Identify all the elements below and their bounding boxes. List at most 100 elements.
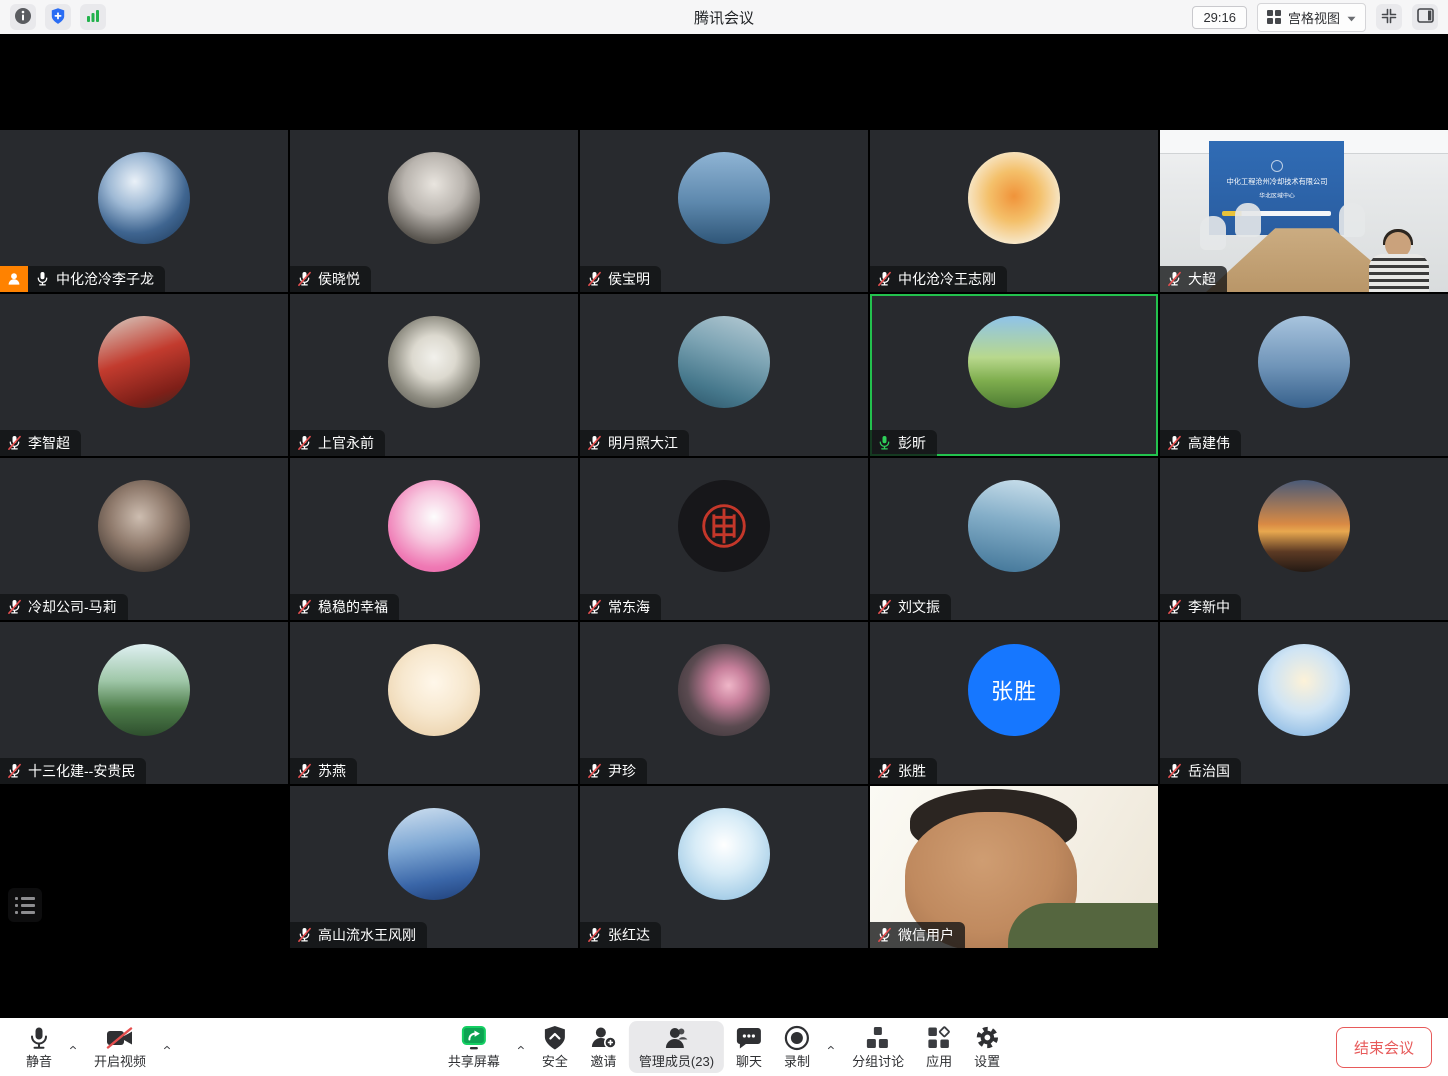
mic-muted-icon bbox=[1167, 763, 1182, 779]
name-tag: 侯晓悦 bbox=[290, 266, 371, 292]
participant-tile[interactable]: 高建伟 bbox=[1160, 294, 1448, 456]
participant-tile[interactable]: 侯晓悦 bbox=[290, 130, 578, 292]
participant-name: 高建伟 bbox=[1188, 433, 1230, 453]
participant-tile[interactable]: 尹珍 bbox=[580, 622, 868, 784]
participant-avatar bbox=[98, 480, 190, 572]
app-title: 腾讯会议 bbox=[694, 7, 754, 28]
participant-name: 彭昕 bbox=[898, 433, 926, 453]
mic-muted-icon bbox=[7, 599, 22, 615]
settings-gear-icon bbox=[975, 1024, 1000, 1051]
participant-tile[interactable]: 岳治国 bbox=[1160, 622, 1448, 784]
start-video-label: 开启视频 bbox=[94, 1051, 146, 1070]
members-icon bbox=[663, 1024, 689, 1051]
mic-muted-icon bbox=[877, 599, 892, 615]
name-tag: 张胜 bbox=[870, 758, 937, 784]
side-panel-button[interactable] bbox=[1412, 4, 1438, 30]
chat-button[interactable]: 聊天 bbox=[726, 1021, 772, 1073]
participant-tile[interactable]: 微信用户 bbox=[870, 786, 1158, 948]
video-options-caret[interactable] bbox=[158, 1026, 176, 1068]
company-logo-icon bbox=[1271, 160, 1283, 172]
name-tag: 中化沧冷李子龙 bbox=[0, 266, 165, 292]
participant-avatar bbox=[968, 316, 1060, 408]
participant-name: 常东海 bbox=[608, 597, 650, 617]
meeting-info-icon bbox=[14, 7, 32, 28]
participant-tile[interactable]: 上官永前 bbox=[290, 294, 578, 456]
participant-tile[interactable]: 张红达 bbox=[580, 786, 868, 948]
name-tag: 大超 bbox=[1160, 266, 1227, 292]
participant-tile[interactable]: 中化沧冷李子龙 bbox=[0, 130, 288, 292]
participant-avatar bbox=[388, 480, 480, 572]
room-wall-sign: 中化工程沧州冷却技术有限公司华北区域中心 bbox=[1209, 141, 1344, 235]
participant-avatar bbox=[968, 480, 1060, 572]
mic-muted-icon bbox=[297, 271, 312, 287]
view-mode-dropdown[interactable]: 宫格视图 bbox=[1257, 3, 1366, 32]
participant-name: 岳治国 bbox=[1188, 761, 1230, 781]
name-tag: 微信用户 bbox=[870, 922, 965, 948]
mute-label: 静音 bbox=[26, 1051, 52, 1070]
record-button[interactable]: 录制 bbox=[774, 1021, 820, 1073]
participant-avatar bbox=[98, 644, 190, 736]
mute-options-caret[interactable] bbox=[64, 1026, 82, 1068]
person-in-room bbox=[1367, 232, 1431, 292]
participant-name: 高山流水王风刚 bbox=[318, 925, 416, 945]
mic-muted-icon bbox=[297, 435, 312, 451]
name-tag: 张红达 bbox=[580, 922, 661, 948]
participant-tile[interactable]: 张胜张胜 bbox=[870, 622, 1158, 784]
chat-icon bbox=[736, 1024, 762, 1051]
participant-name: 刘文振 bbox=[898, 597, 940, 617]
invite-label: 邀请 bbox=[590, 1051, 616, 1070]
participant-tile[interactable]: 中化沧冷王志刚 bbox=[870, 130, 1158, 292]
list-float-button[interactable] bbox=[8, 888, 42, 922]
participant-tile[interactable]: 苏燕 bbox=[290, 622, 578, 784]
participant-tile[interactable]: 彭昕 bbox=[870, 294, 1158, 456]
video-stage: 中化沧冷李子龙 侯晓悦 侯宝明中化沧冷王志刚中化工程沧州冷却技术有限公司华北区域中心… bbox=[0, 34, 1448, 1018]
protection-button[interactable] bbox=[45, 4, 71, 30]
participant-avatar bbox=[1258, 480, 1350, 572]
share-screen-button[interactable]: 共享屏幕 bbox=[438, 1021, 510, 1073]
end-meeting-button[interactable]: 结束会议 bbox=[1336, 1027, 1432, 1068]
participant-tile[interactable]: 稳稳的幸福 bbox=[290, 458, 578, 620]
mic-muted-icon bbox=[587, 599, 602, 615]
mic-muted-icon bbox=[587, 271, 602, 287]
participant-tile[interactable]: 常东海 bbox=[580, 458, 868, 620]
participant-tile[interactable]: 明月照大江 bbox=[580, 294, 868, 456]
participant-name: 李新中 bbox=[1188, 597, 1230, 617]
mic-icon bbox=[28, 1024, 50, 1051]
mic-on-icon bbox=[35, 271, 50, 287]
apps-button[interactable]: 应用 bbox=[916, 1021, 962, 1073]
participant-tile[interactable]: 冷却公司-马莉 bbox=[0, 458, 288, 620]
participant-avatar bbox=[98, 316, 190, 408]
participant-tile[interactable]: 十三化建--安贵民 bbox=[0, 622, 288, 784]
participant-tile[interactable]: 中化工程沧州冷却技术有限公司华北区域中心大超 bbox=[1160, 130, 1448, 292]
mic-muted-icon bbox=[587, 927, 602, 943]
settings-button[interactable]: 设置 bbox=[964, 1021, 1010, 1073]
participant-tile[interactable]: 李智超 bbox=[0, 294, 288, 456]
participant-tile[interactable]: 李新中 bbox=[1160, 458, 1448, 620]
participant-tile[interactable]: 刘文振 bbox=[870, 458, 1158, 620]
breakout-rooms-button[interactable]: 分组讨论 bbox=[842, 1021, 914, 1073]
compress-view-button[interactable] bbox=[1376, 4, 1402, 30]
mute-button[interactable]: 静音 bbox=[16, 1021, 62, 1073]
invite-button[interactable]: 邀请 bbox=[580, 1021, 627, 1073]
mic-muted-icon bbox=[297, 763, 312, 779]
record-options-caret[interactable] bbox=[822, 1026, 840, 1068]
record-label: 录制 bbox=[784, 1051, 810, 1070]
mic-muted-icon bbox=[1167, 271, 1182, 287]
participant-avatar: 张胜 bbox=[968, 644, 1060, 736]
participant-tile[interactable]: 侯宝明 bbox=[580, 130, 868, 292]
settings-label: 设置 bbox=[974, 1051, 1000, 1070]
participant-avatar bbox=[678, 316, 770, 408]
security-button[interactable]: 安全 bbox=[532, 1021, 578, 1073]
mic-muted-icon bbox=[7, 763, 22, 779]
share-screen-icon bbox=[460, 1024, 488, 1051]
manage-members-button[interactable]: 管理成员(23) bbox=[629, 1021, 724, 1073]
participant-name: 稳稳的幸福 bbox=[318, 597, 388, 617]
participant-tile[interactable]: 高山流水王风刚 bbox=[290, 786, 578, 948]
participant-name: 张胜 bbox=[898, 761, 926, 781]
share-options-caret[interactable] bbox=[512, 1026, 530, 1068]
participant-avatar bbox=[98, 152, 190, 244]
start-video-button[interactable]: 开启视频 bbox=[84, 1021, 156, 1073]
network-signal-button[interactable] bbox=[80, 4, 106, 30]
participant-name: 明月照大江 bbox=[608, 433, 678, 453]
meeting-info-button[interactable] bbox=[10, 4, 36, 30]
